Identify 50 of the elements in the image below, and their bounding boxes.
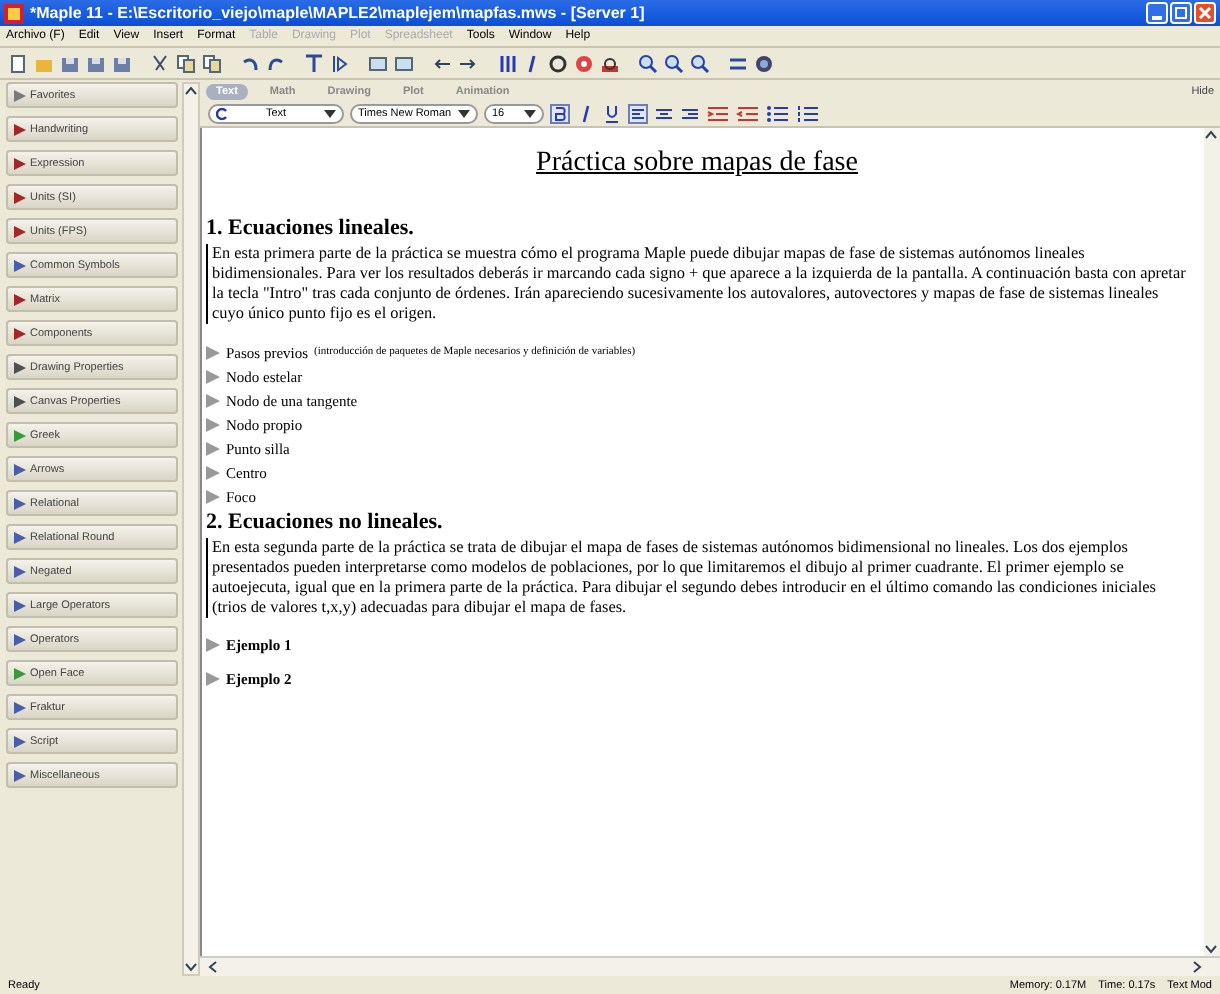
toolbar-magnifier-icon[interactable] [690, 53, 710, 73]
paragraph: En esta segunda parte de la práctica se trata de dibujar el mapa de fases de sistemas autónomos bidimensional no lineales. Los dos ejemplos presentados pueden interpretarse como modelos de poblaciones, por lo que limitaremos el dibujo al primer cuadrante. El primer ejemplo se autoejecuta, igual que en la primera parte de la práctica. Para dibujar el segundo debes introducir en el último comando las condiciones iniciales (trios de valores t,x,y) adecuadas para dibujar el mapa de fases. [206, 538, 1188, 618]
dropdown-arrow-icon [524, 110, 536, 118]
restore-icon [1174, 6, 1188, 20]
scroll-up-icon[interactable] [184, 84, 198, 98]
toolbar-magnifier-icon[interactable] [664, 53, 684, 73]
scroll-right-icon[interactable] [1190, 960, 1204, 974]
document-scrollbar[interactable] [1204, 128, 1220, 956]
window-title: *Maple 11 - E:\Escritorio_viejo\maple\MAPLE2\maplejem\mapfas.mws - [Server 1] [30, 4, 645, 22]
toolbar-left-arrow-icon[interactable] [432, 53, 452, 73]
toolbar-bars-icon[interactable] [496, 53, 516, 73]
toolbar-undo-icon[interactable] [240, 53, 260, 73]
toolbar-magnifier-icon[interactable] [638, 53, 658, 73]
underline-icon[interactable] [602, 104, 622, 124]
minimize-button[interactable] [1146, 2, 1168, 24]
restore-button[interactable] [1170, 2, 1192, 24]
toolbar-pages-icon[interactable] [176, 53, 196, 73]
outdent-icon[interactable] [736, 104, 760, 124]
document-title: Práctica sobre mapas de fase [534, 148, 860, 180]
align-center-icon[interactable] [654, 104, 674, 124]
toolbar-right-arrow-icon[interactable] [458, 53, 478, 73]
scroll-down-icon[interactable] [184, 960, 198, 974]
scrollbar[interactable] [182, 82, 200, 976]
dropdown-arrow-icon [324, 110, 336, 118]
numbered-list-icon[interactable] [796, 104, 820, 124]
close-button[interactable] [1194, 2, 1216, 24]
toolbar-circle-icon[interactable] [548, 53, 568, 73]
indent-icon[interactable] [706, 104, 730, 124]
scroll-left-icon[interactable] [206, 960, 220, 974]
align-left-icon[interactable] [628, 104, 648, 124]
horizontal-scrollbar[interactable] [200, 956, 1220, 976]
toolbar-redo-icon[interactable] [266, 53, 286, 73]
scroll-down-icon[interactable] [1204, 942, 1218, 956]
toolbar-prompt-icon[interactable] [330, 53, 350, 73]
section-heading: 1. Ecuaciones lineales. [206, 216, 416, 240]
toolbar-text-icon[interactable] [304, 53, 324, 73]
bold-icon[interactable] [550, 104, 570, 124]
scroll-up-icon[interactable] [1204, 128, 1218, 142]
section-heading: 2. Ecuaciones no lineales. [206, 510, 445, 534]
paragraph: En esta primera parte de la práctica se muestra cómo el programa Maple puede dibujar mapas de fase de sistemas autónomos lineales bidimensionales. Para ver los resultados deberás ir marcando cada signo + que aparece a la izquierda de la pantalla. A continuación basta con apretar la tecla "Intro" tras cada conjunto de órdenes. Irán apareciendo sucesivamente los autovalores, autovectores y mapas de fase de sistemas lineales cuyo único punto fijo es el origen. [206, 244, 1188, 324]
close-icon [1198, 6, 1212, 20]
toolbar-page-icon[interactable] [8, 53, 28, 73]
toolbar-scissors-icon[interactable] [150, 53, 170, 73]
dropdown-arrow-icon [458, 110, 470, 118]
paragraph-style-icon [216, 108, 228, 120]
bullet-list-icon[interactable] [766, 104, 790, 124]
expand-arrow-icon[interactable] [206, 672, 220, 686]
app-icon [4, 3, 24, 23]
expand-arrow-icon[interactable] [206, 638, 220, 652]
align-right-icon[interactable] [680, 104, 700, 124]
